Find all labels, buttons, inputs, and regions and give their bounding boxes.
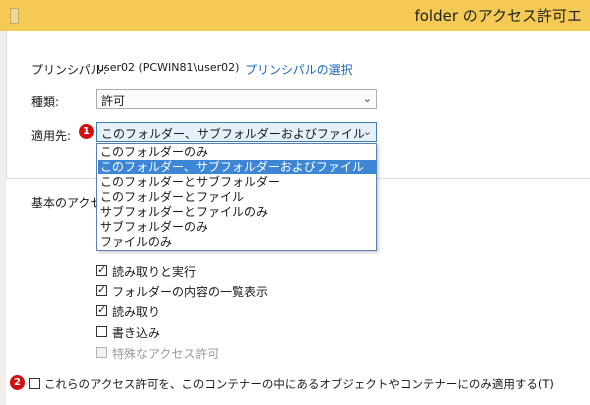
permission-label: 読み取り <box>112 305 161 319</box>
checkbox-disabled <box>96 347 107 358</box>
title-bar: folder のアクセス許可エ <box>0 0 590 31</box>
checkbox[interactable] <box>96 326 107 337</box>
chevron-down-icon: ⌄ <box>362 125 372 138</box>
option-subfolders-only[interactable]: サブフォルダーのみ <box>98 220 377 234</box>
type-dropdown-value: 許可 <box>101 94 126 108</box>
checkmark-icon: ✓ <box>97 303 107 316</box>
applies-to-dropdown-value: このフォルダー、サブフォルダーおよびファイル <box>101 127 365 141</box>
callout-badge-2: 2 <box>10 375 25 390</box>
option-folder-files[interactable]: このフォルダーとファイル <box>98 190 377 204</box>
checkbox[interactable]: ✓ <box>96 283 107 296</box>
principal-value: user02 (PCWIN81\user02) <box>97 61 240 74</box>
option-this-folder-only[interactable]: このフォルダーのみ <box>98 145 377 159</box>
permission-label: 特殊なアクセス許可 <box>112 347 220 361</box>
checkbox[interactable] <box>29 378 40 389</box>
basic-permissions-label: 基本のアクセ <box>31 196 103 210</box>
checkbox[interactable]: ✓ <box>96 303 107 316</box>
checkmark-icon: ✓ <box>97 283 107 296</box>
permission-label: フォルダーの内容の一覧表示 <box>112 285 269 299</box>
callout-badge-1: 1 <box>79 124 94 139</box>
apply-to-container-only-label: これらのアクセス許可を、このコンテナーの中にあるオブジェクトやコンテナーにのみ適… <box>44 377 554 391</box>
type-dropdown[interactable]: 許可 ⌄ <box>96 89 377 109</box>
select-principal-link[interactable]: プリンシパルの選択 <box>245 61 353 78</box>
principal-label: プリンシパル: <box>31 63 107 77</box>
type-label: 種類: <box>31 95 60 109</box>
applies-to-options-list[interactable]: このフォルダーのみ このフォルダー、サブフォルダーおよびファイル このフォルダー… <box>96 143 377 251</box>
option-folder-subfolders[interactable]: このフォルダーとサブフォルダー <box>98 175 377 189</box>
permission-label: 書き込み <box>112 326 161 340</box>
folder-icon <box>10 8 19 24</box>
checkmark-icon: ✓ <box>97 263 107 276</box>
checkbox[interactable]: ✓ <box>96 263 107 276</box>
applies-to-dropdown[interactable]: このフォルダー、サブフォルダーおよびファイル ⌄ <box>96 122 377 142</box>
chevron-down-icon: ⌄ <box>362 92 372 105</box>
option-subfolders-files-only[interactable]: サブフォルダーとファイルのみ <box>98 205 377 219</box>
permission-label: 読み取りと実行 <box>112 265 197 279</box>
option-files-only[interactable]: ファイルのみ <box>98 235 377 249</box>
applies-to-label: 適用先: <box>31 129 72 143</box>
option-folder-subfolders-files[interactable]: このフォルダー、サブフォルダーおよびファイル <box>98 160 377 174</box>
window-title: folder のアクセス許可エ <box>414 7 582 25</box>
